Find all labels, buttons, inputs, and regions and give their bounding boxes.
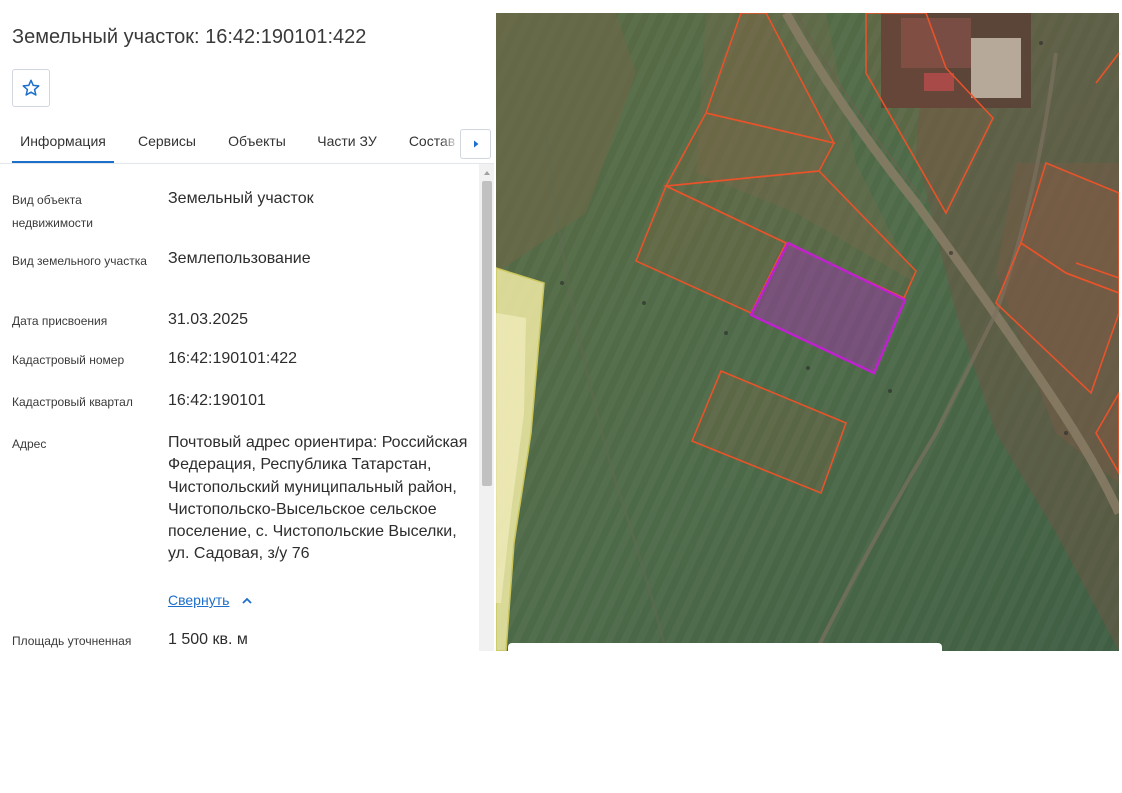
collapse-link[interactable]: Свернуть: [168, 592, 229, 608]
label-cadastral-number: Кадастровый номер: [12, 353, 125, 367]
value-address: Почтовый адрес ориентира: Российская Фед…: [168, 434, 468, 563]
favorite-button[interactable]: [12, 69, 50, 107]
chevron-up-icon[interactable]: [241, 596, 253, 606]
info-list: Вид объекта недвижимости Земельный участ…: [0, 164, 478, 651]
tab-parts[interactable]: Части ЗУ: [310, 121, 384, 161]
value-assignment-date: 31.03.2025: [168, 311, 249, 328]
value-cadastral-quarter: 16:42:190101: [168, 392, 266, 409]
page-title: Земельный участок: 16:42:190101:422: [12, 26, 367, 48]
label-address: Адрес: [12, 437, 47, 451]
star-outline-icon: [22, 79, 40, 96]
info-panel: Земельный участок: 16:42:190101:422 Инфо…: [0, 0, 494, 651]
tab-objects[interactable]: Объекты: [220, 121, 294, 161]
value-cadastral-number: 16:42:190101:422: [168, 350, 298, 367]
value-area: 1 500 кв. м: [168, 631, 248, 648]
map-bottom-card: [508, 643, 942, 651]
value-land-type: Землепользование: [168, 250, 311, 267]
label-object-type: Вид объекта недвижимости: [12, 193, 93, 230]
value-object-type: Земельный участок: [168, 190, 314, 207]
info-scrollbar-thumb[interactable]: [482, 181, 492, 486]
label-assignment-date: Дата присвоения: [12, 314, 108, 328]
tab-fade: [440, 122, 460, 162]
label-cadastral-quarter: Кадастровый квартал: [12, 395, 133, 409]
tab-services[interactable]: Сервисы: [130, 121, 204, 161]
map-canvas[interactable]: [496, 13, 1119, 651]
caret-right-icon: [473, 140, 478, 148]
scroll-up-arrow-icon[interactable]: [482, 168, 492, 178]
tab-information[interactable]: Информация: [12, 121, 114, 163]
building-construction: [971, 38, 1021, 98]
label-land-type: Вид земельного участка: [12, 254, 147, 268]
satellite-map[interactable]: [496, 13, 1119, 651]
tab-bar: Информация Сервисы Объекты Части ЗУ Сост…: [0, 121, 494, 164]
tabs-scroll-right-button[interactable]: [460, 129, 491, 159]
label-area: Площадь уточненная: [12, 634, 132, 648]
